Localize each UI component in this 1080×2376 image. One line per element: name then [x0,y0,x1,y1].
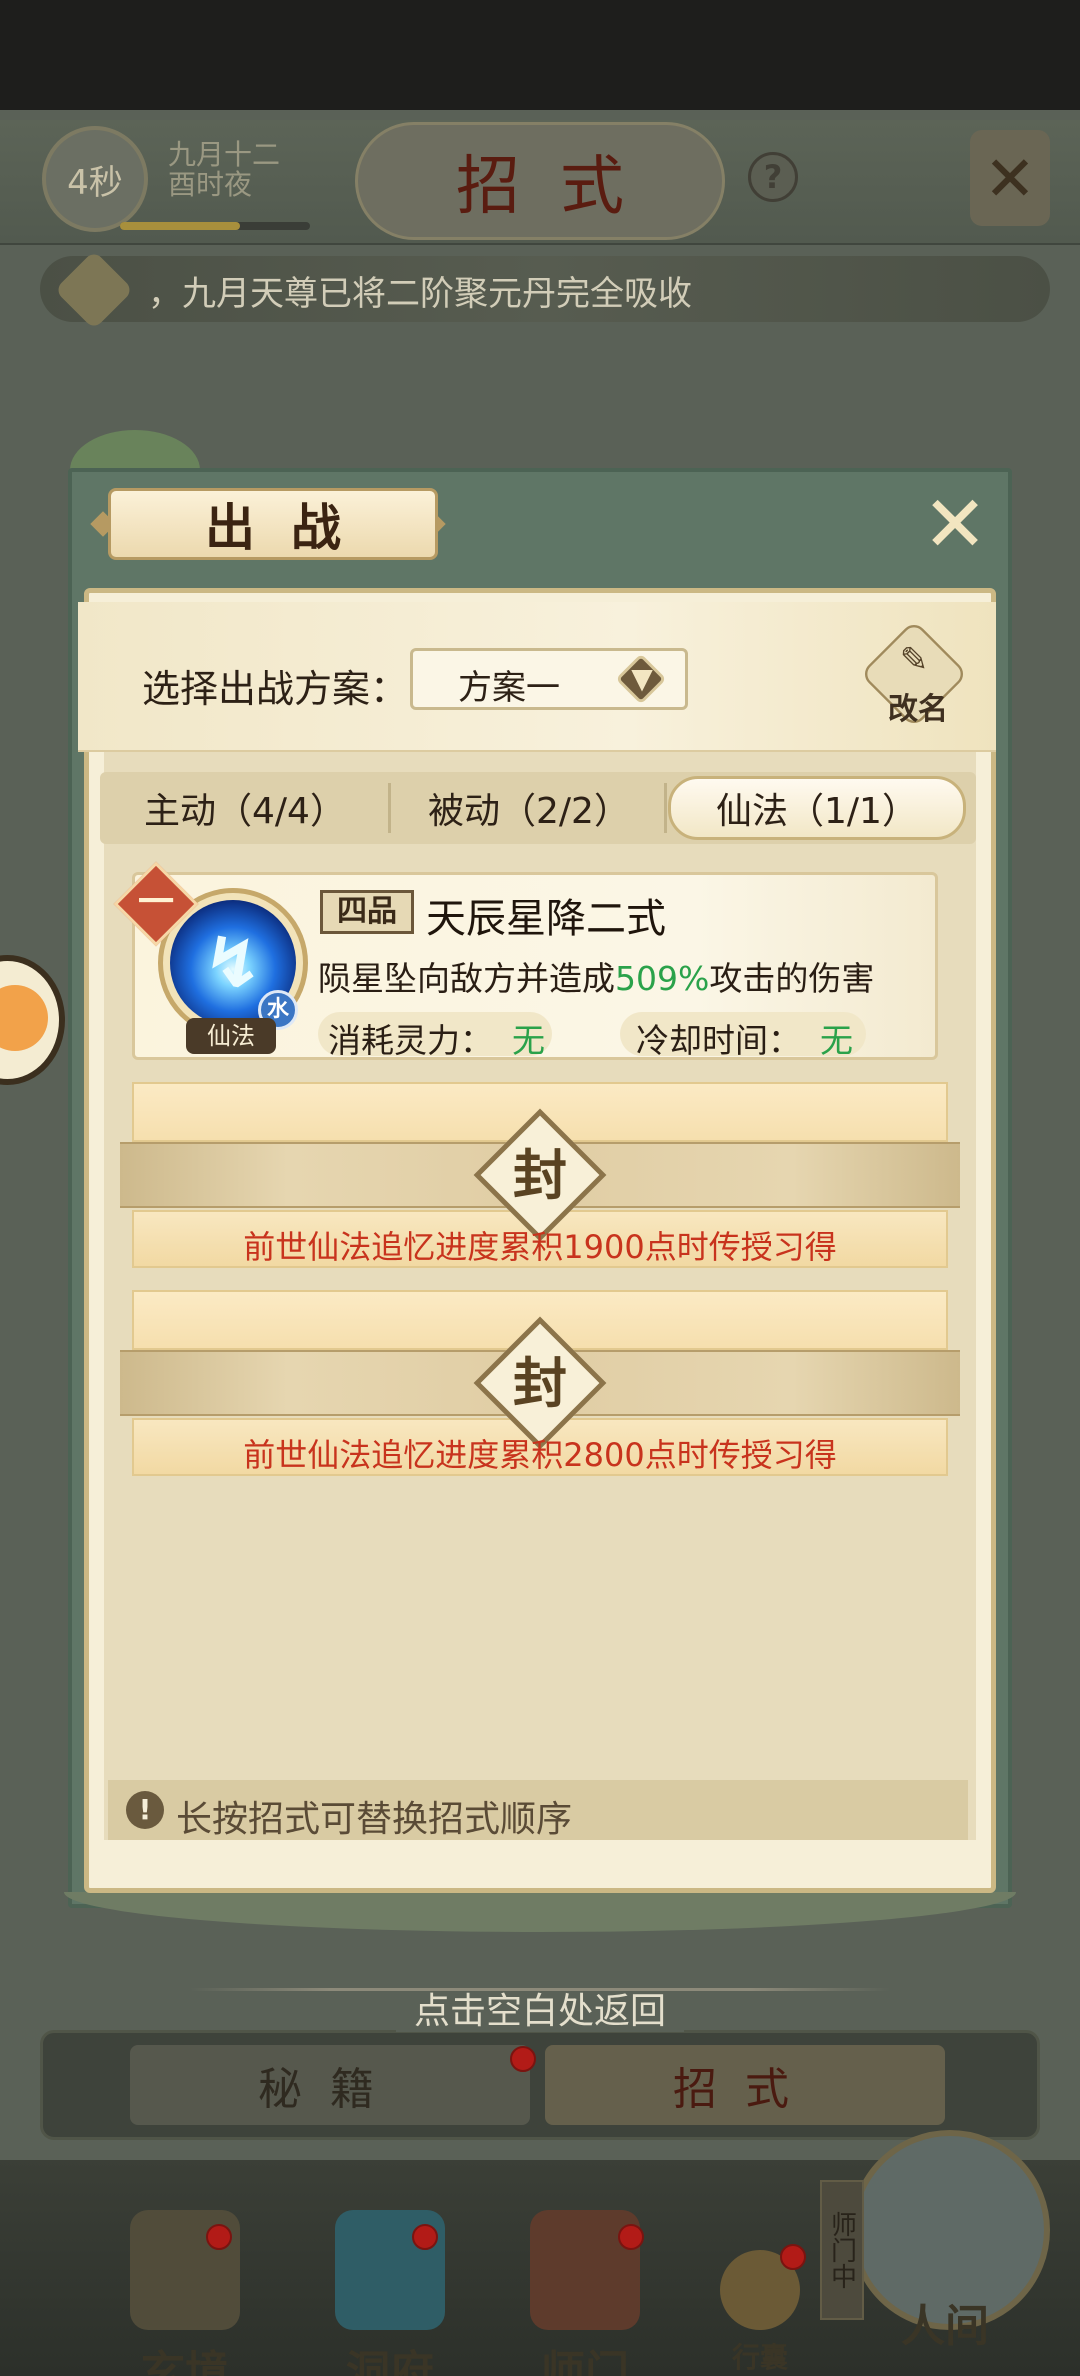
sect-status-tag: 师门中 [820,2180,864,2320]
timer-badge: 4秒 [42,126,148,232]
nav-renjian[interactable]: 人间 [870,2290,1020,2354]
screen-close-button[interactable]: ✕ [970,130,1050,226]
scheme-value: 方案一 [458,668,560,708]
notification-dot [412,2224,438,2250]
tab-magic-skills[interactable]: 仙法（1/1） [672,776,962,840]
nav-xingnang[interactable]: 行囊 [700,2250,820,2376]
desc-text: 陨星坠向敌方并造成 [318,959,615,998]
notification-dot [206,2224,232,2250]
time-progress-fill [120,222,240,230]
help-button[interactable]: ? [748,152,798,202]
unlock-requirement: 前世仙法追忆进度累积2800点时传授习得 [243,1436,837,1474]
status-area [0,0,1080,110]
nav-dongfu[interactable]: 洞府 [315,2210,465,2376]
hint-text: 长按招式可替换招式顺序 [176,1799,573,1840]
damage-percent: 509% [615,959,710,998]
nav-label: 玄境 [141,2347,229,2376]
return-label: 点击空白处返回 [395,1991,684,2032]
tab-divider [388,783,391,833]
lock-icon: 封 [513,1143,567,1207]
notice-text: ，九月天尊已将二阶聚元丹完全吸收 [148,274,692,314]
skill-name: 天辰星降二式 [426,896,666,942]
nav-label: 行囊 [731,2341,788,2374]
rename-label: 改名 [888,692,948,727]
close-icon: ✕ [922,480,988,570]
skill-type-tag: 仙法 [186,1018,276,1054]
nav-label: 师门 [541,2347,629,2376]
tab-passive-skills[interactable]: 被动（2/2） [396,776,662,840]
tap-to-return[interactable]: 点击空白处返回 [0,1982,1080,2034]
notification-dot [510,2046,536,2072]
exclamation-icon: ! [126,1791,164,1829]
screen-title: 招式 [355,122,725,240]
notification-dot [618,2224,644,2250]
nav-label: 洞府 [346,2347,434,2376]
lock-icon: 封 [513,1351,567,1415]
skill-description: 陨星坠向敌方并造成509%攻击的伤害 [318,952,874,1000]
date-line-1: 九月十二 [168,138,281,171]
dialog-title: 出战 [108,488,438,560]
tab-skills[interactable]: 招式 [545,2045,945,2125]
grade-tag: 四品 [320,890,414,934]
desc-text: 攻击的伤害 [709,959,875,998]
tab-divider [664,783,667,833]
cooldown-value: 无 [820,1021,853,1060]
game-date: 九月十二 酉时夜 [168,140,318,200]
scheme-label: 选择出战方案： [142,667,409,711]
cost-value: 无 [512,1021,545,1060]
nav-xuanjing[interactable]: 玄境 [110,2210,260,2376]
chevron-down-icon[interactable]: ▼ [620,654,664,704]
date-line-2: 酉时夜 [168,168,253,201]
notification-dot [780,2244,806,2270]
tab-secret-books[interactable]: 秘籍 [130,2045,530,2125]
cost-label: 消耗灵力： [328,1021,493,1060]
cooldown-label: 冷却时间： [636,1021,801,1060]
brush-icon: ✎ [899,640,929,680]
close-icon: ✕ [984,141,1036,215]
slot-number: 一 [137,882,174,923]
dialog-close-button[interactable]: ✕ [922,486,988,564]
unlock-requirement: 前世仙法追忆进度累积1900点时传授习得 [243,1228,837,1266]
tab-active-skills[interactable]: 主动（4/4） [110,776,380,840]
